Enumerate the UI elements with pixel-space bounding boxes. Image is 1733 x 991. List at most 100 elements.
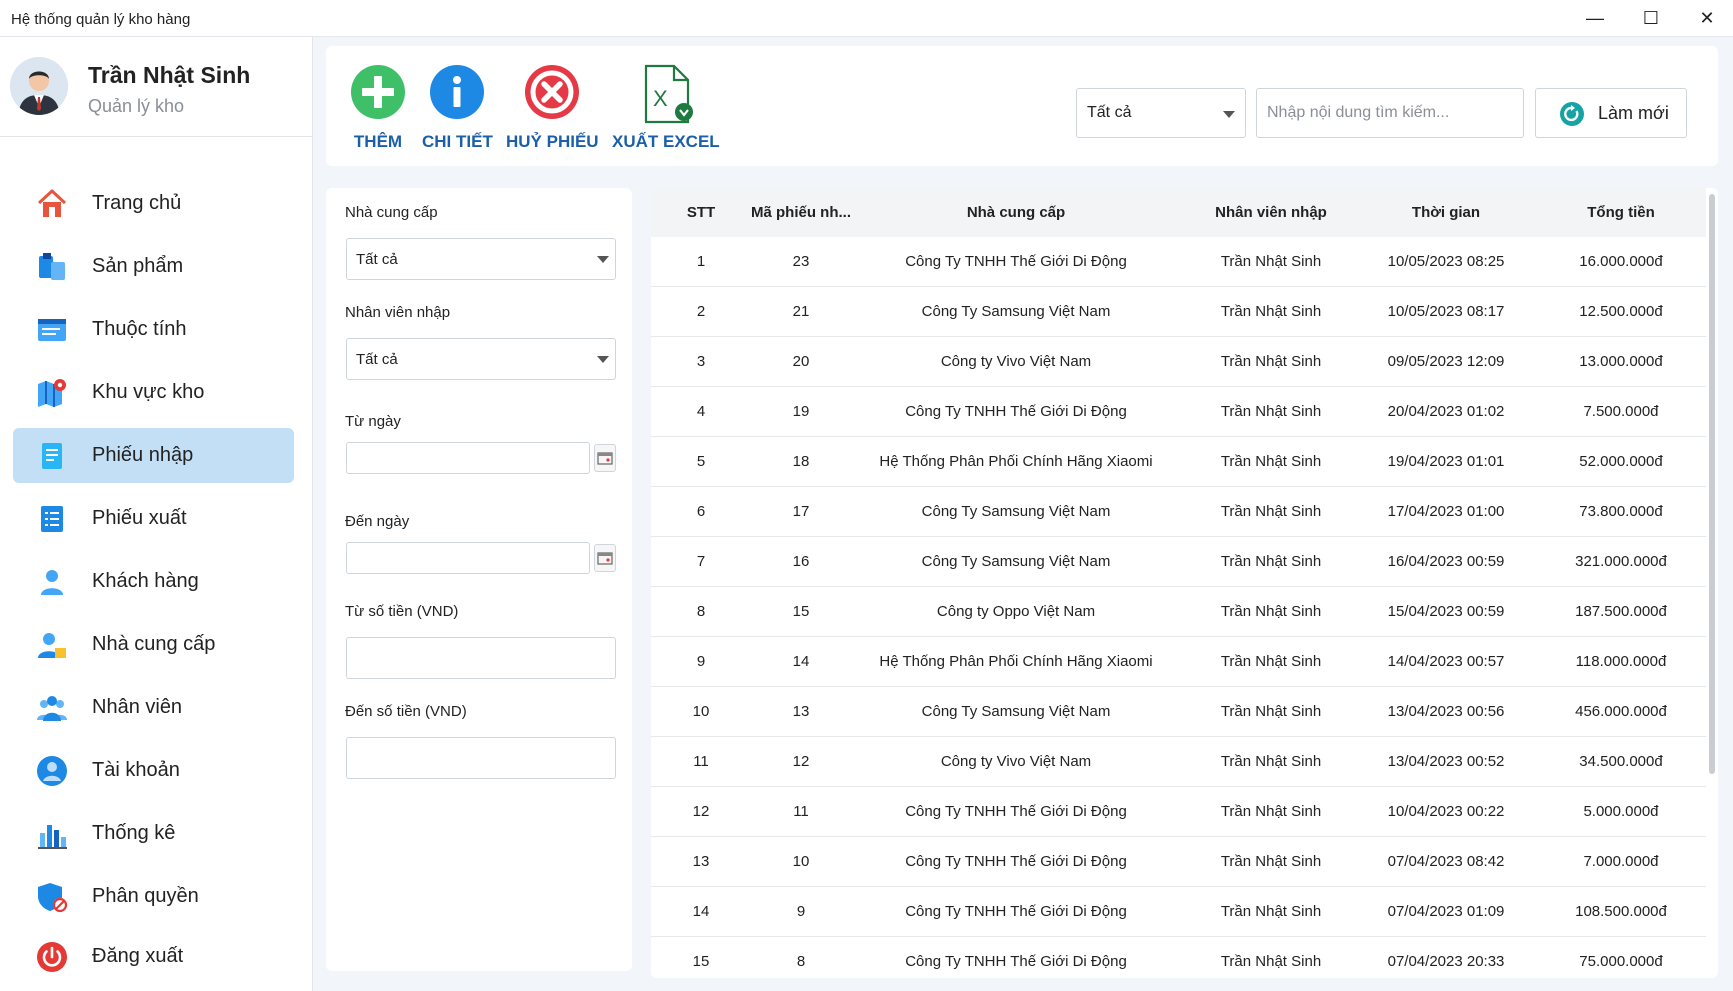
refresh-button[interactable]: Làm mới xyxy=(1535,88,1687,138)
sidebar-item-8[interactable]: Nhân viên xyxy=(13,680,294,735)
column-header[interactable]: Thời gian xyxy=(1356,204,1536,221)
sidebar-item-2[interactable]: Thuộc tính xyxy=(13,302,294,357)
cancel-receipt-button[interactable]: HUỶ PHIẾU xyxy=(506,64,599,164)
table-cell: 10/05/2023 08:25 xyxy=(1387,253,1505,270)
table-cell: 10 xyxy=(792,853,810,870)
table-cell: 13 xyxy=(792,703,810,720)
table-row[interactable]: 7 16 Công Ty Samsung Việt Nam Trần Nhật Sin… xyxy=(651,537,1706,587)
table-cell: 34.500.000đ xyxy=(1579,753,1663,770)
add-button[interactable]: THÊM xyxy=(350,64,406,164)
logout-button[interactable]: Đăng xuất xyxy=(13,929,294,984)
sidebar-item-label: Trang chủ xyxy=(92,192,182,214)
sidebar-item-4[interactable]: Phiếu nhập xyxy=(13,428,294,483)
table-cell: 187.500.000đ xyxy=(1575,603,1667,620)
table-cell: 15/04/2023 00:59 xyxy=(1387,603,1505,620)
table-row[interactable]: 4 19 Công Ty TNHH Thế Giới Di Động Trần Nhậ… xyxy=(651,387,1706,437)
table-cell: 10/05/2023 08:17 xyxy=(1387,303,1505,320)
table-row[interactable]: 12 11 Công Ty TNHH Thế Giới Di Động Trần Nh… xyxy=(651,787,1706,837)
table-cell: 5.000.000đ xyxy=(1583,803,1659,820)
supplier-select[interactable]: Tất cả xyxy=(346,238,616,280)
table-cell: 12 xyxy=(692,803,710,820)
table-row[interactable]: 9 14 Hệ Thống Phân Phối Chính Hãng Xiaomi T… xyxy=(651,637,1706,687)
table-cell: Trần Nhật Sinh xyxy=(1220,753,1322,770)
table-cell: 7.500.000đ xyxy=(1583,403,1659,420)
detail-button[interactable]: CHI TIẾT xyxy=(422,64,493,164)
sidebar-item-label: Khu vực kho xyxy=(92,381,205,403)
maximize-button[interactable]: ☐ xyxy=(1623,0,1679,37)
sidebar-item-3[interactable]: Khu vực kho xyxy=(13,365,294,420)
table-cell: Công Ty Samsung Việt Nam xyxy=(921,553,1111,570)
table-cell: Trần Nhật Sinh xyxy=(1220,803,1322,820)
table-row[interactable]: 3 20 Công ty Vivo Việt Nam Trần Nhật Sinh 09… xyxy=(651,337,1706,387)
sidebar-item-6[interactable]: Khách hàng xyxy=(13,554,294,609)
list-icon xyxy=(35,502,69,536)
search-input[interactable] xyxy=(1256,88,1524,138)
table-row[interactable]: 8 15 Công ty Oppo Việt Nam Trần Nhật Sinh 15… xyxy=(651,587,1706,637)
table-cell: Công ty Vivo Việt Nam xyxy=(940,753,1092,770)
column-header[interactable]: Nhân viên nhập xyxy=(1191,204,1351,221)
table-cell: Trần Nhật Sinh xyxy=(1220,353,1322,370)
to-date-calendar-button[interactable] xyxy=(594,544,616,572)
map-pin-icon xyxy=(35,376,69,410)
table-cell: 8 xyxy=(696,603,706,620)
export-excel-button[interactable]: X XUẤT EXCEL xyxy=(612,64,720,164)
table-row[interactable]: 10 13 Công Ty Samsung Việt Nam Trần Nhật Si… xyxy=(651,687,1706,737)
sidebar-item-label: Phân quyền xyxy=(92,885,199,907)
table-row[interactable]: 2 21 Công Ty Samsung Việt Nam Trần Nhật Sin… xyxy=(651,287,1706,337)
close-button[interactable]: ✕ xyxy=(1679,0,1733,37)
column-header[interactable]: Nhà cung cấp xyxy=(866,204,1166,221)
table-cell: 09/05/2023 12:09 xyxy=(1387,353,1505,370)
vertical-scrollbar[interactable] xyxy=(1709,194,1715,774)
minimize-icon: — xyxy=(1586,8,1604,28)
maximize-icon: ☐ xyxy=(1642,8,1660,28)
group-icon xyxy=(35,691,69,725)
table-row[interactable]: 14 9 Công Ty TNHH Thế Giới Di Động Trần Nhậ… xyxy=(651,887,1706,937)
table-cell: Công ty Oppo Việt Nam xyxy=(936,603,1096,620)
table-row[interactable]: 1 23 Công Ty TNHH Thế Giới Di Động Trần Nhậ… xyxy=(651,237,1706,287)
from-date-calendar-button[interactable] xyxy=(594,444,616,472)
table-row[interactable]: 13 10 Công Ty TNHH Thế Giới Di Động Trần Nh… xyxy=(651,837,1706,887)
sidebar-item-10[interactable]: Thống kê xyxy=(13,806,294,861)
table-row[interactable]: 6 17 Công Ty Samsung Việt Nam Trần Nhật Sin… xyxy=(651,487,1706,537)
info-icon xyxy=(429,64,485,120)
table-cell: 2 xyxy=(696,303,706,320)
table-cell: 17 xyxy=(792,503,810,520)
column-header[interactable]: Mã phiếu nh... xyxy=(731,204,871,221)
minimize-button[interactable]: — xyxy=(1567,0,1623,37)
attribute-icon xyxy=(35,313,69,347)
table-row[interactable]: 15 8 Công Ty TNHH Thế Giới Di Động Trần Nhậ… xyxy=(651,937,1706,978)
employee-select[interactable]: Tất cả xyxy=(346,338,616,380)
table-cell: 3 xyxy=(696,353,706,370)
search-filter-value: Tất cả xyxy=(1087,104,1132,121)
table-cell: Trần Nhật Sinh xyxy=(1220,703,1322,720)
sidebar-item-label: Nhà cung cấp xyxy=(92,633,216,655)
table-cell: 10/04/2023 00:22 xyxy=(1387,803,1505,820)
sidebar-item-11[interactable]: Phân quyền xyxy=(13,869,294,924)
column-header[interactable]: Tổng tiền xyxy=(1541,204,1701,221)
sidebar-item-5[interactable]: Phiếu xuất xyxy=(13,491,294,546)
sidebar-item-0[interactable]: Trang chủ xyxy=(13,176,294,231)
table-row[interactable]: 11 12 Công ty Vivo Việt Nam Trần Nhật Sinh 1… xyxy=(651,737,1706,787)
sidebar-item-1[interactable]: Sản phẩm xyxy=(13,239,294,294)
from-amount-input[interactable] xyxy=(346,637,616,679)
supplier-select-value: Tất cả xyxy=(356,251,398,268)
table-cell: Công ty Vivo Việt Nam xyxy=(940,353,1092,370)
table-cell: Trần Nhật Sinh xyxy=(1220,253,1322,270)
sidebar-item-label: Thuộc tính xyxy=(92,318,187,340)
table-row[interactable]: 5 18 Hệ Thống Phân Phối Chính Hãng Xiaomi T… xyxy=(651,437,1706,487)
shield-icon xyxy=(35,880,69,914)
table-cell: 20 xyxy=(792,353,810,370)
from-date-input[interactable] xyxy=(346,442,590,474)
table-cell: Công Ty TNHH Thế Giới Di Động xyxy=(905,403,1127,420)
sidebar-item-7[interactable]: Nhà cung cấp xyxy=(13,617,294,672)
cancel-icon xyxy=(524,64,580,120)
to-date-input[interactable] xyxy=(346,542,590,574)
to-amount-input[interactable] xyxy=(346,737,616,779)
sidebar-item-9[interactable]: Tài khoản xyxy=(13,743,294,798)
column-header[interactable]: STT xyxy=(661,204,741,221)
table-cell: 11 xyxy=(793,803,809,820)
to-amount-label: Đến số tiền (VND) xyxy=(345,703,467,720)
user-name: Trần Nhật Sinh xyxy=(88,62,251,88)
table-cell: Công Ty TNHH Thế Giới Di Động xyxy=(905,253,1127,270)
search-filter-select[interactable]: Tất cả xyxy=(1076,88,1246,138)
